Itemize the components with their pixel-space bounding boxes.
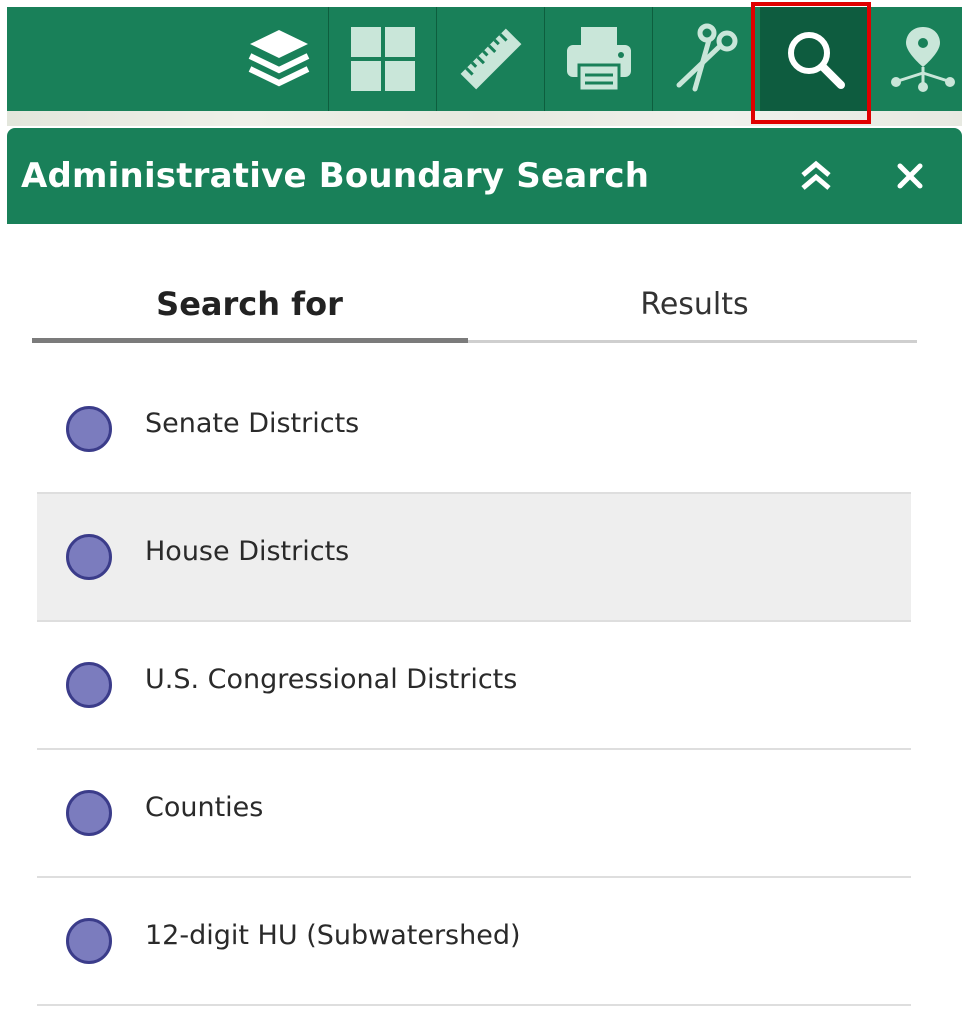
double-chevron-up-icon (801, 160, 831, 190)
measure-ruler-icon (460, 28, 521, 90)
list-item[interactable]: House Districts (37, 494, 911, 622)
close-button[interactable] (886, 152, 934, 200)
scissors-icon (676, 23, 737, 92)
list-item-label: Senate Districts (145, 408, 360, 439)
list-item[interactable]: Senate Districts (37, 366, 911, 494)
basemap-gallery-icon (350, 27, 415, 91)
app-window: Administrative Boundary Search Search fo… (0, 0, 962, 1009)
list-item[interactable]: U.S. Congressional Districts (37, 622, 911, 750)
list-item[interactable]: 12-digit HU (Subwatershed) (37, 878, 911, 1006)
tab-results[interactable]: Results (477, 268, 912, 340)
list-item-label: 12-digit HU (Subwatershed) (145, 920, 521, 951)
collapse-button[interactable] (792, 152, 840, 200)
panel-header: Administrative Boundary Search (7, 128, 962, 224)
list-item[interactable]: Counties (37, 750, 911, 878)
top-toolbar (7, 7, 962, 111)
radio-dot-icon (66, 406, 112, 452)
clip-button[interactable] (652, 7, 760, 111)
list-item-label: Counties (145, 792, 264, 823)
radio-dot-icon (66, 918, 112, 964)
list-item-label: House Districts (145, 536, 350, 567)
radio-dot-icon (66, 534, 112, 580)
search-icon (787, 32, 845, 89)
close-icon (897, 163, 923, 189)
boundary-type-list: Senate Districts House Districts U.S. Co… (37, 366, 911, 1006)
radio-dot-icon (66, 790, 112, 836)
basemap-gallery-button[interactable] (328, 7, 436, 111)
search-tool-button[interactable] (760, 7, 868, 111)
network-pin-icon (890, 27, 955, 92)
tab-bar: Search for Results (32, 268, 917, 344)
radio-dot-icon (66, 662, 112, 708)
network-pin-button[interactable] (868, 7, 962, 111)
layers-icon (248, 30, 310, 87)
measure-button[interactable] (436, 7, 544, 111)
print-icon (566, 27, 631, 93)
tab-search-for[interactable]: Search for (32, 268, 467, 340)
panel-title: Administrative Boundary Search (21, 156, 650, 196)
layers-button[interactable] (225, 7, 333, 111)
print-button[interactable] (544, 7, 652, 111)
map-background (7, 111, 962, 126)
active-tab-indicator (32, 338, 468, 343)
list-item-label: U.S. Congressional Districts (145, 664, 518, 695)
